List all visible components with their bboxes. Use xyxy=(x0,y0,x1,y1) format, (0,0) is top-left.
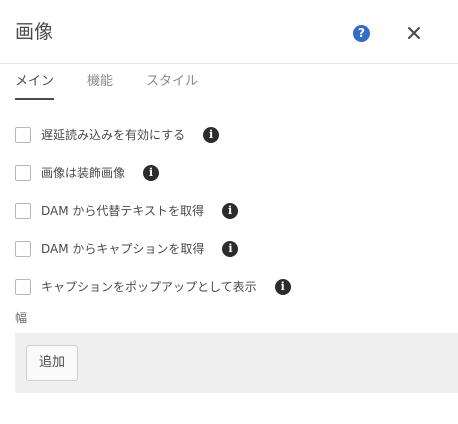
close-icon[interactable] xyxy=(405,24,423,42)
info-icon[interactable]: i xyxy=(143,165,160,181)
dialog-title: 画像 xyxy=(15,21,54,43)
tab-style[interactable]: スタイル xyxy=(146,73,198,91)
tab-bar: メイン 機能 スタイル xyxy=(0,64,458,102)
dialog-header: 画像 ? xyxy=(0,0,458,64)
option-caption-from-dam[interactable]: DAM からキャプションを取得 i xyxy=(15,239,239,259)
width-multifield: 追加 xyxy=(15,333,458,393)
lazy-loading-label: 遅延読み込みを有効にする xyxy=(41,128,186,142)
lazy-loading-checkbox[interactable] xyxy=(15,127,31,143)
image-dialog: 画像 ? メイン 機能 スタイル 遅延読み込みを有効にする i 画像は装飾画像 … xyxy=(0,0,458,424)
info-icon[interactable]: i xyxy=(274,279,291,295)
option-caption-popup[interactable]: キャプションをポップアップとして表示 i xyxy=(15,277,291,297)
caption-popup-label: キャプションをポップアップとして表示 xyxy=(41,280,257,294)
help-icon[interactable]: ? xyxy=(353,25,370,42)
info-icon[interactable]: i xyxy=(203,127,220,143)
option-lazy-loading[interactable]: 遅延読み込みを有効にする i xyxy=(15,125,220,145)
decorative-image-checkbox[interactable] xyxy=(15,165,31,181)
alt-from-dam-checkbox[interactable] xyxy=(15,203,31,219)
option-decorative-image[interactable]: 画像は装飾画像 i xyxy=(15,163,160,183)
alt-from-dam-label: DAM から代替テキストを取得 xyxy=(41,204,205,218)
tab-features[interactable]: 機能 xyxy=(87,73,113,91)
info-icon[interactable]: i xyxy=(222,241,239,257)
tab-main[interactable]: メイン xyxy=(15,73,54,91)
add-button[interactable]: 追加 xyxy=(26,345,78,381)
active-tab-indicator xyxy=(15,98,54,100)
caption-from-dam-label: DAM からキャプションを取得 xyxy=(41,242,205,256)
caption-from-dam-checkbox[interactable] xyxy=(15,241,31,257)
info-icon[interactable]: i xyxy=(222,203,239,219)
decorative-image-label: 画像は装飾画像 xyxy=(41,166,126,180)
width-label: 幅 xyxy=(15,311,28,325)
caption-popup-checkbox[interactable] xyxy=(15,279,31,295)
option-alt-from-dam[interactable]: DAM から代替テキストを取得 i xyxy=(15,201,239,221)
